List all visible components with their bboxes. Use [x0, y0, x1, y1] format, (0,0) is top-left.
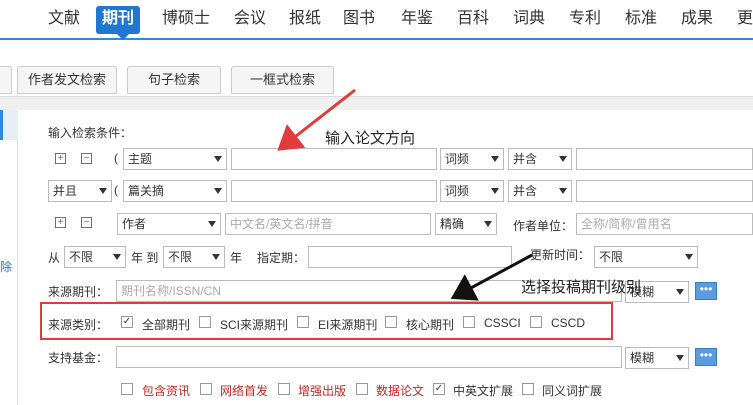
annotation-arrows	[277, 88, 533, 301]
annotation-level: 选择投稿期刊级别	[521, 279, 642, 296]
annotation-topic: 输入论文方向	[325, 130, 416, 147]
